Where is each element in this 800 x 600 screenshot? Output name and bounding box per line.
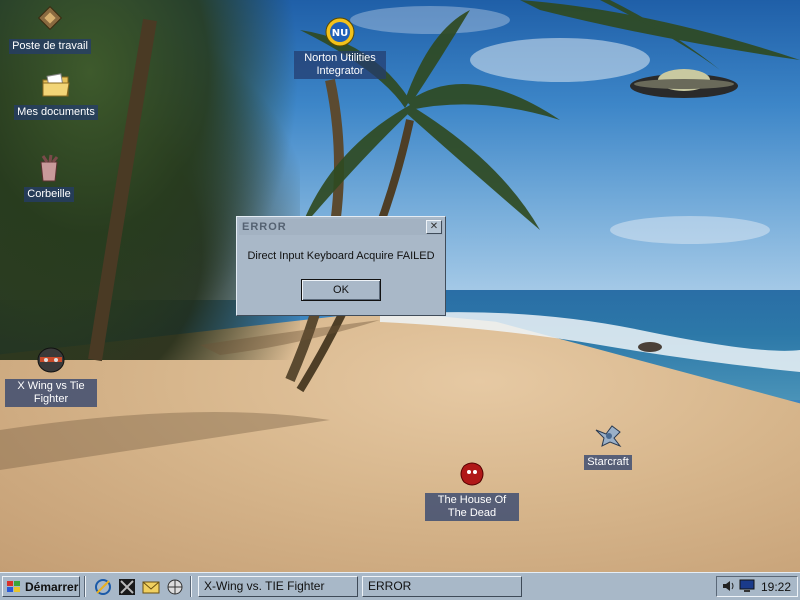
surf [380, 312, 800, 372]
desktop-icon-label: Corbeille [24, 187, 74, 202]
show-desktop-icon[interactable] [166, 578, 184, 596]
display-icon[interactable] [739, 579, 755, 593]
cloud [610, 216, 770, 244]
error-dialog[interactable]: ERROR ✕ Direct Input Keyboard Acquire FA… [236, 216, 446, 316]
desktop-icon-poste-de-travail[interactable]: Poste de travail [4, 4, 96, 54]
starcraft-ship-icon [595, 425, 622, 448]
cloud [470, 38, 650, 82]
tree-shadow [200, 320, 380, 355]
desktop-icon-label: Mes documents [14, 105, 98, 120]
ufo [630, 69, 738, 98]
xwing-launcher-icon[interactable] [118, 578, 136, 596]
windows-logo-icon [7, 580, 20, 592]
taskbar-task-error[interactable]: ERROR [362, 576, 522, 597]
desktop[interactable]: Poste de travail Mes documents Corbeille… [0, 0, 800, 572]
clock[interactable]: 19:22 [761, 580, 791, 594]
taskbar-separator [84, 576, 86, 597]
desktop-icon-house-of-the-dead[interactable]: The House Of The Dead [425, 458, 519, 521]
system-tray: 19:22 [716, 576, 798, 597]
desktop-icon-xwing-vs-tie-fighter[interactable]: X Wing vs Tie Fighter [5, 344, 97, 407]
dialog-title[interactable]: ERROR [239, 219, 443, 235]
desktop-icon-starcraft[interactable]: Starcraft [562, 420, 654, 470]
taskbar-separator [190, 576, 192, 597]
desktop-icon-label: The House Of The Dead [425, 493, 519, 521]
internet-explorer-icon[interactable] [94, 578, 112, 596]
taskbar-task-xwing[interactable]: X-Wing vs. TIE Fighter [198, 576, 358, 597]
close-icon[interactable]: ✕ [426, 220, 442, 234]
desktop-icon-label: Poste de travail [9, 39, 91, 54]
xwing-helmet-icon [37, 347, 65, 373]
desktop-icon-corbeille[interactable]: Corbeille [3, 152, 95, 202]
computer-icon [37, 5, 63, 31]
house-of-the-dead-icon [460, 462, 484, 486]
desktop-icon-label: X Wing vs Tie Fighter [5, 379, 97, 407]
tree-shadow [0, 412, 330, 470]
norton-utilities-icon: NU [325, 17, 355, 47]
volume-icon[interactable] [721, 579, 735, 593]
recycle-bin-icon [40, 154, 59, 182]
svg-text:NU: NU [332, 28, 349, 39]
start-label: Démarrer [25, 579, 79, 594]
desktop-icon-norton-utilities[interactable]: NU Norton Utilities Integrator [294, 16, 386, 79]
desktop-icon-mes-documents[interactable]: Mes documents [10, 70, 102, 120]
ok-button[interactable]: OK [301, 279, 381, 301]
palm-trunk [88, 18, 157, 362]
desktop-icon-label: Norton Utilities Integrator [294, 51, 386, 79]
outlook-express-icon[interactable] [142, 578, 160, 596]
rock [638, 342, 662, 352]
taskbar: Démarrer X-Wing vs. TIE Fighter ERROR 19… [0, 572, 800, 600]
dialog-message: Direct Input Keyboard Acquire FAILED [247, 250, 435, 262]
start-button[interactable]: Démarrer [2, 576, 80, 597]
folder-icon [42, 73, 70, 97]
desktop-icon-label: Starcraft [584, 455, 632, 470]
